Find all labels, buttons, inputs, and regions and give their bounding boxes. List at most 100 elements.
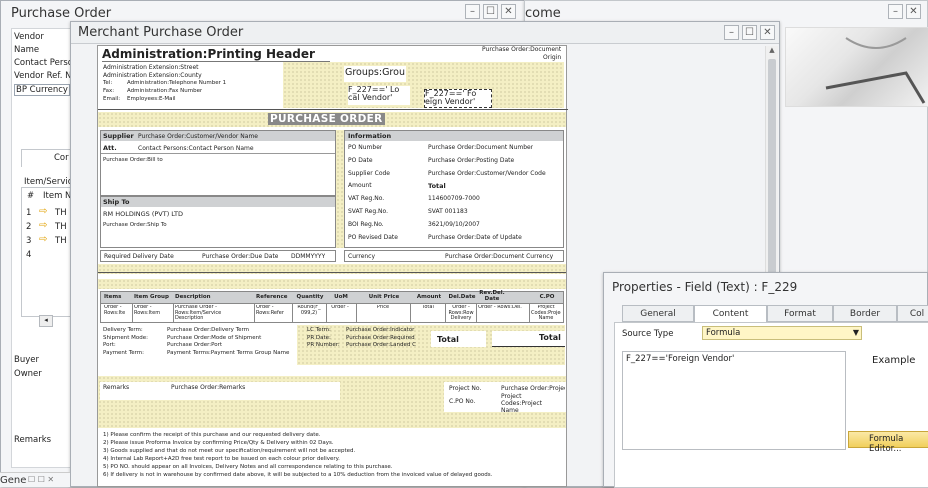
info-key-2: Supplier Code xyxy=(348,169,390,177)
item-cell-2[interactable]: Purchase Order - Rows:Item/Service Descr… xyxy=(175,305,251,322)
info-value-7[interactable]: Purchase Order:Date of Update xyxy=(428,234,522,241)
total-label-2[interactable]: Total xyxy=(539,333,561,342)
term-value-0[interactable]: Purchase Order:Delivery Term xyxy=(167,327,294,333)
tab-color[interactable]: Col xyxy=(897,305,928,322)
currency-value[interactable]: Purchase Order:Document Currency xyxy=(445,253,553,260)
tab-format[interactable]: Format xyxy=(767,305,833,322)
po-title[interactable]: PURCHASE ORDER xyxy=(268,113,385,125)
row-1-arrow-icon[interactable]: ⇨ xyxy=(39,206,47,217)
chevron-down-icon[interactable]: ▼ xyxy=(853,328,859,337)
ship-company[interactable]: RM HOLDINGS (PVT) LTD xyxy=(103,210,183,218)
address-street[interactable]: Administration Extension:Street xyxy=(103,64,199,71)
cpo-value[interactable]: Project Codes:Project Name xyxy=(501,393,551,414)
ship-to-value[interactable]: Purchase Order:Ship To xyxy=(103,222,167,228)
note-5[interactable]: 6) If delivery is not in warehouse by co… xyxy=(103,472,563,478)
restore-icon[interactable]: ☐ ☐ ✕ xyxy=(28,475,54,484)
term-value-3[interactable]: Payment Terms:Payment Terms Group Name xyxy=(167,350,317,356)
item-cell-0[interactable]: Order - Rows:Ite xyxy=(104,305,130,322)
lc-value-2[interactable]: Purchase Order:Landed C xyxy=(346,342,418,348)
po-field-bp-currency: BP Currency xyxy=(14,84,70,96)
f229-field-selected[interactable]: F_227==' Fo eign Vendor' xyxy=(424,89,492,108)
info-value-2[interactable]: Purchase Order:Customer/Vendor Code xyxy=(428,170,546,177)
item-cell-5[interactable]: Order - xyxy=(328,305,352,322)
close-icon[interactable]: ✕ xyxy=(501,4,516,19)
info-value-0[interactable]: Purchase Order:Document Number xyxy=(428,144,533,151)
po-titlebar[interactable]: Purchase Order – ☐ ✕ xyxy=(1,1,524,23)
info-value-3[interactable]: Total xyxy=(428,182,446,190)
attn-value[interactable]: Contact Persons:Contact Person Name xyxy=(138,145,254,152)
info-value-6[interactable]: 3621/09/10/2007 xyxy=(428,221,480,228)
project-no-value[interactable]: Purchase Order:Projec xyxy=(501,385,565,392)
dotted-gap-1 xyxy=(336,130,344,248)
close-icon[interactable]: ✕ xyxy=(906,4,921,19)
info-value-5[interactable]: SVAT 001183 xyxy=(428,208,468,215)
minimize-icon[interactable]: – xyxy=(465,4,480,19)
note-3[interactable]: 4) Internal Lab Report+A2D free test rep… xyxy=(103,456,563,462)
f227-line-2: cal Vendor' xyxy=(348,93,393,102)
header-title[interactable]: Administration:Printing Header xyxy=(102,47,315,61)
tel-value[interactable]: Administration:Telephone Number 1 xyxy=(127,80,226,86)
doc-origin[interactable]: Purchase Order:Document xyxy=(482,46,561,53)
source-type-select[interactable]: Formula ▼ xyxy=(702,326,862,340)
info-key-6: BOI Reg.No. xyxy=(348,220,384,228)
lc-value-1[interactable]: Purchase Order:Required xyxy=(346,335,418,341)
item-col-divider xyxy=(132,304,133,323)
supplier-value[interactable]: Purchase Order:Customer/Vendor Name xyxy=(138,133,258,140)
po-scroll-left[interactable]: ◂ xyxy=(39,315,53,327)
f227-field[interactable]: F_227==' Lo cal Vendor' xyxy=(348,86,410,105)
minimize-icon[interactable]: – xyxy=(888,4,903,19)
formula-editor-button[interactable]: Formula Editor... xyxy=(848,431,928,454)
maximize-icon[interactable]: ☐ xyxy=(483,4,498,19)
lc-value-0[interactable]: Purchase Order:Indicator xyxy=(346,327,418,333)
row-3-arrow-icon[interactable]: ⇨ xyxy=(39,234,47,245)
item-cell-7[interactable]: Total xyxy=(412,305,444,322)
item-cell-4[interactable]: Round(F_ 099,2) xyxy=(294,305,324,322)
note-2[interactable]: 3) Goods supplied and that do not meet o… xyxy=(103,448,563,454)
tab-content[interactable]: Content xyxy=(694,305,767,323)
item-cell-8[interactable]: Order - Rows:Row Delivery xyxy=(447,305,475,322)
note-4[interactable]: 5) PO NO. should appear on all Invoices,… xyxy=(103,464,563,470)
total-label-1[interactable]: Total xyxy=(437,335,459,344)
information-label: Information xyxy=(348,132,392,140)
po-field-contact: Contact Perso xyxy=(14,58,73,68)
formula-textarea[interactable]: F_227=='Foreign Vendor' xyxy=(622,351,846,450)
note-1[interactable]: 2) Please issue Proforma Invoice by conf… xyxy=(103,440,563,446)
remarks-value[interactable]: Purchase Order:Remarks xyxy=(171,384,245,391)
po-tab-contents[interactable]: Cor xyxy=(21,149,77,167)
row-2-arrow-icon[interactable]: ⇨ xyxy=(39,220,47,231)
item-col-divider xyxy=(356,304,357,323)
formula-text: F_227=='Foreign Vendor' xyxy=(626,354,735,364)
merchant-titlebar[interactable]: Merchant Purchase Order – ☐ ✕ xyxy=(71,22,779,44)
formula-editor-label: Formula Editor... xyxy=(869,434,904,454)
close-icon[interactable]: ✕ xyxy=(760,25,775,40)
tab-border[interactable]: Border xyxy=(833,305,897,322)
date-format[interactable]: DDMMYYYY xyxy=(291,253,325,260)
project-no-label: Project No. xyxy=(449,385,482,392)
f229-line-2: eign Vendor' xyxy=(425,97,476,106)
item-cell-1[interactable]: Order - Rows:Item xyxy=(134,305,170,322)
minimize-icon[interactable]: – xyxy=(724,25,739,40)
info-key-4: VAT Reg.No. xyxy=(348,195,385,203)
item-cell-3[interactable]: Order - Rows:Refer xyxy=(256,305,290,322)
tab-general[interactable]: General xyxy=(622,305,694,322)
maximize-icon[interactable]: ☐ xyxy=(742,25,757,40)
note-0[interactable]: 1) Please confirm the receipt of this pu… xyxy=(103,432,563,438)
fax-value[interactable]: Administration:Fax Number xyxy=(127,88,202,94)
header-rule xyxy=(98,109,568,110)
info-value-1[interactable]: Purchase Order:Posting Date xyxy=(428,157,514,164)
info-value-4[interactable]: 114600709-7000 xyxy=(428,195,480,202)
attn-label: Att. xyxy=(103,144,117,152)
item-cell-9[interactable]: Order - Rows:Del. xyxy=(478,305,522,322)
minimized-window[interactable]: Gene ☐ ☐ ✕ xyxy=(0,472,70,487)
item-cell-6[interactable]: Price xyxy=(358,305,408,322)
term-value-2[interactable]: Purchase Order:Port xyxy=(167,342,294,348)
item-cell-10[interactable]: Project Codes:Project Name xyxy=(531,305,561,322)
term-value-1[interactable]: Purchase Order:Mode of Shipment xyxy=(167,335,294,341)
address-county[interactable]: Administration Extension:County xyxy=(103,72,202,79)
email-value[interactable]: Employees:E-Mail xyxy=(127,96,176,102)
groups-field[interactable]: Groups:Grou xyxy=(344,66,406,82)
bill-to[interactable]: Purchase Order:Bill to xyxy=(103,157,163,163)
welcome-image xyxy=(785,27,928,107)
doc-origin-2[interactable]: Origin xyxy=(543,54,561,61)
req-delivery-value[interactable]: Purchase Order:Due Date xyxy=(202,253,278,260)
